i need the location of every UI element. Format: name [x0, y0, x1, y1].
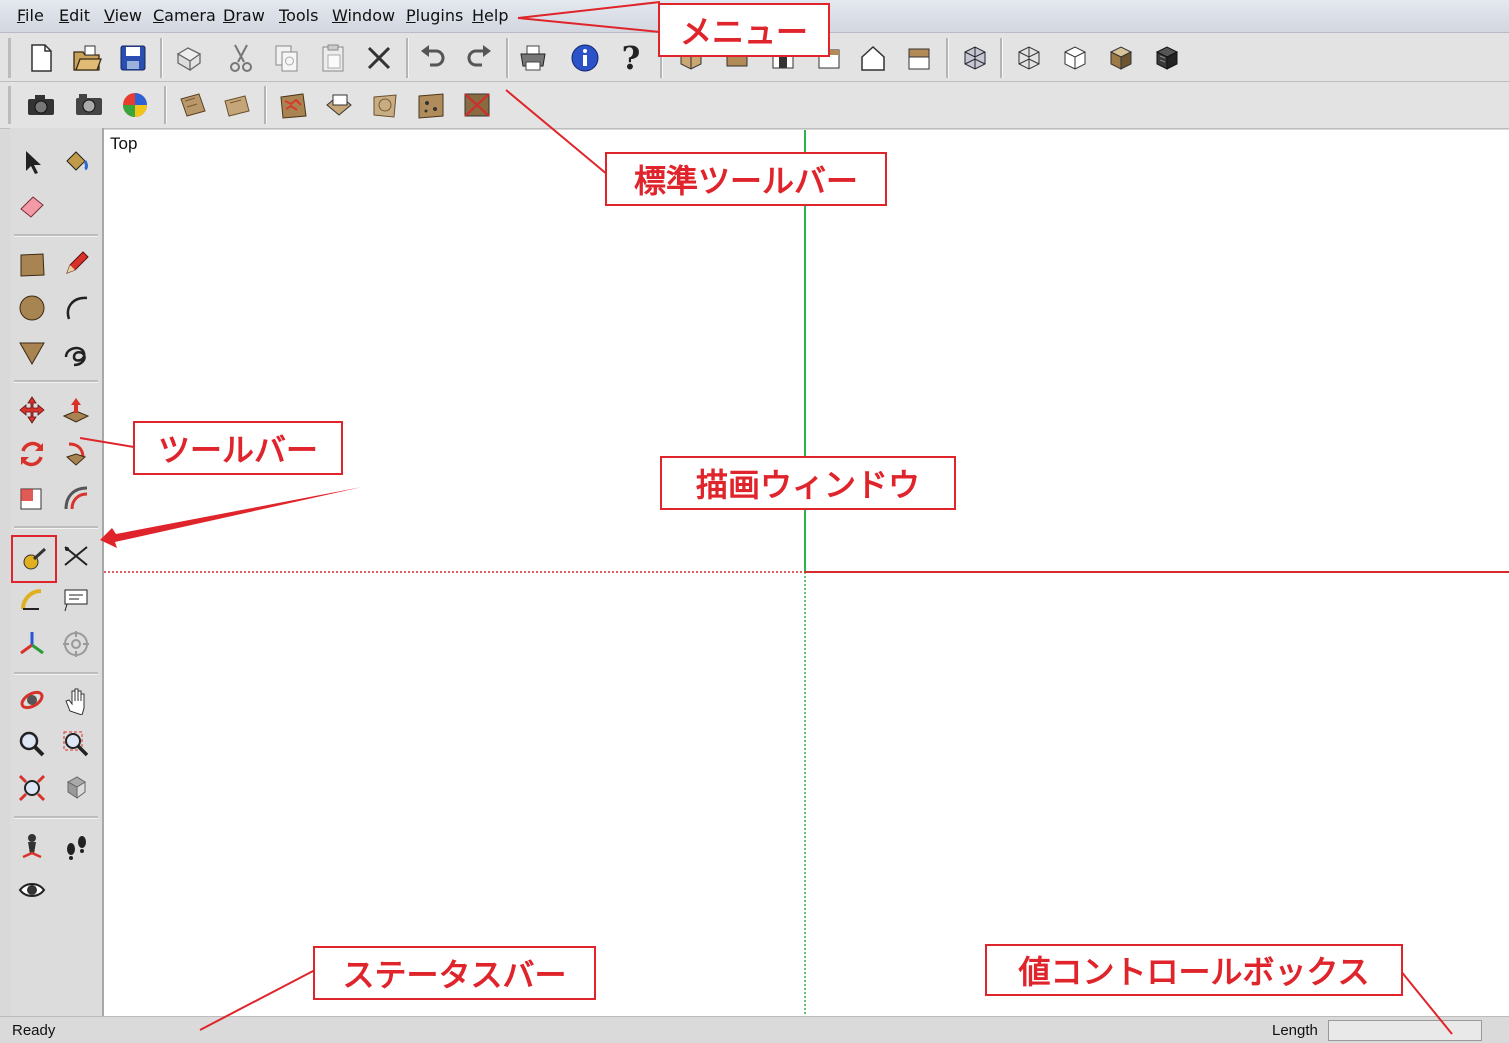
- toolbar-grip[interactable]: [8, 86, 11, 124]
- menu-draw[interactable]: Draw: [223, 6, 265, 25]
- shaded-textures-icon[interactable]: [1148, 39, 1186, 77]
- help-icon[interactable]: ?: [612, 39, 650, 77]
- xray-icon[interactable]: [956, 39, 994, 77]
- freehand-icon[interactable]: [56, 332, 96, 372]
- follow-me-icon[interactable]: [56, 434, 96, 474]
- camera-icon[interactable]: [22, 86, 60, 124]
- move-icon[interactable]: [12, 390, 52, 430]
- menu-help[interactable]: Help: [472, 6, 508, 25]
- toolbar-separator: [406, 38, 409, 78]
- drape-icon[interactable]: [458, 86, 496, 124]
- large-tool-set: [10, 128, 104, 1016]
- callout-standard-toolbar: 標準ツールバー: [605, 152, 887, 206]
- callout-status-bar: ステータスバー: [313, 946, 596, 1000]
- toolbar-separator: [264, 86, 267, 124]
- zoom-icon[interactable]: [12, 724, 52, 764]
- vcb-label: Length: [1272, 1022, 1318, 1039]
- callout-toolbar: ツールバー: [133, 421, 343, 475]
- undo-icon[interactable]: [414, 39, 452, 77]
- look-around-icon[interactable]: [12, 870, 52, 910]
- select-icon[interactable]: [12, 142, 52, 182]
- section-plane-icon[interactable]: [174, 86, 212, 124]
- smoove-icon[interactable]: [366, 86, 404, 124]
- callout-value-control-box: 値コントロールボックス: [985, 944, 1403, 996]
- menu-file[interactable]: File: [17, 6, 44, 25]
- offset-icon[interactable]: [56, 478, 96, 518]
- back-view-icon[interactable]: [854, 39, 892, 77]
- position-camera-icon[interactable]: [12, 826, 52, 866]
- rotate-icon[interactable]: [12, 434, 52, 474]
- menu-tools[interactable]: Tools: [279, 6, 318, 25]
- left-view-icon[interactable]: [900, 39, 938, 77]
- previous-view-icon[interactable]: [56, 768, 96, 808]
- toolbar-separator: [946, 38, 949, 78]
- toolbar-grip[interactable]: [8, 38, 11, 78]
- protractor-icon[interactable]: [12, 580, 52, 620]
- text-icon[interactable]: [56, 580, 96, 620]
- push-pull-icon[interactable]: [56, 390, 96, 430]
- section-display-icon[interactable]: [218, 86, 256, 124]
- toolbar-separator: [164, 86, 167, 124]
- sandbox-from-contours-icon[interactable]: [274, 86, 312, 124]
- menu-edit[interactable]: Edit: [59, 6, 90, 25]
- print-icon[interactable]: [514, 39, 552, 77]
- model-info-icon[interactable]: [566, 39, 604, 77]
- hidden-line-icon[interactable]: [1056, 39, 1094, 77]
- toolbar-separator: [1000, 38, 1003, 78]
- wireframe-icon[interactable]: [1010, 39, 1048, 77]
- save-icon[interactable]: [114, 39, 152, 77]
- menu-view[interactable]: View: [104, 6, 142, 25]
- pan-icon[interactable]: [56, 680, 96, 720]
- callout-menu: メニュー: [658, 3, 830, 57]
- components-icon[interactable]: [116, 86, 154, 124]
- menu-plugins[interactable]: Plugins: [406, 6, 463, 25]
- paint-bucket-icon[interactable]: [56, 142, 96, 182]
- callout-drawing-window: 描画ウィンドウ: [660, 456, 956, 510]
- walk-icon[interactable]: [56, 826, 96, 866]
- stamp-icon[interactable]: [412, 86, 450, 124]
- 3d-text-icon[interactable]: [56, 624, 96, 664]
- menu-camera[interactable]: Camera: [153, 6, 216, 25]
- orbit-icon[interactable]: [12, 680, 52, 720]
- menu-window[interactable]: Window: [332, 6, 395, 25]
- make-component-icon[interactable]: [170, 39, 208, 77]
- status-text: Ready: [12, 1022, 56, 1039]
- toolbar-separator: [506, 38, 509, 78]
- polygon-icon[interactable]: [12, 332, 52, 372]
- arc-icon[interactable]: [56, 288, 96, 328]
- value-control-box[interactable]: [1328, 1020, 1482, 1041]
- status-bar: Ready Length: [0, 1016, 1509, 1043]
- photo-camera-icon[interactable]: [70, 86, 108, 124]
- pencil-icon[interactable]: [56, 244, 96, 284]
- axes-icon[interactable]: [12, 624, 52, 664]
- axes: [104, 130, 1509, 1016]
- drawing-window[interactable]: Top: [104, 130, 1509, 1016]
- circle-icon[interactable]: [12, 288, 52, 328]
- toolbar-separator: [160, 38, 163, 78]
- redo-icon[interactable]: [460, 39, 498, 77]
- eraser-icon[interactable]: [12, 186, 52, 226]
- scale-icon[interactable]: [12, 478, 52, 518]
- erase-icon[interactable]: [360, 39, 398, 77]
- zoom-extents-icon[interactable]: [12, 768, 52, 808]
- paste-icon[interactable]: [314, 39, 352, 77]
- shaded-icon[interactable]: [1102, 39, 1140, 77]
- copy-icon[interactable]: [268, 39, 306, 77]
- sandbox-scratch-icon[interactable]: [320, 86, 358, 124]
- dimension-icon[interactable]: [56, 536, 96, 576]
- new-icon[interactable]: [22, 39, 60, 77]
- tape-measure-icon[interactable]: [11, 535, 57, 583]
- rectangle-icon[interactable]: [12, 244, 52, 284]
- open-icon[interactable]: [68, 39, 106, 77]
- cut-icon[interactable]: [222, 39, 260, 77]
- zoom-window-icon[interactable]: [56, 724, 96, 764]
